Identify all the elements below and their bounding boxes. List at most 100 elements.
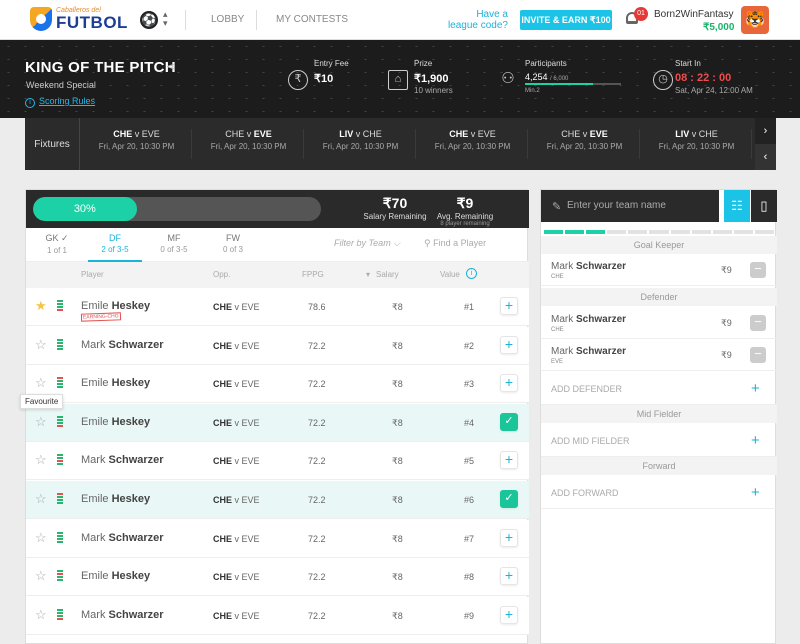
form-bars-icon bbox=[57, 415, 63, 430]
tab-df[interactable]: DF 2 of 3-5 bbox=[85, 233, 145, 254]
scoring-rules-link[interactable]: i Scoring Rules bbox=[25, 96, 95, 108]
favourite-star-icon[interactable]: ☆ bbox=[35, 569, 47, 583]
soccer-ball-icon[interactable]: ⚽ bbox=[140, 11, 158, 29]
plus-icon[interactable]: + bbox=[751, 432, 760, 449]
favourite-star-icon[interactable]: ★ bbox=[35, 299, 47, 313]
player-row[interactable]: ☆ Mark Schwarzer CHE v EVE 72.2 ₹8 #7 + bbox=[26, 519, 529, 558]
remove-player-button[interactable]: − bbox=[750, 262, 766, 278]
league-code-line1: Have a bbox=[476, 9, 508, 20]
player-row[interactable]: ☆ Mark Schwarzer CHE v EVE 72.2 ₹8 #9 + bbox=[26, 596, 529, 635]
entry-fee-value: ₹10 bbox=[314, 73, 334, 85]
favourite-star-icon[interactable]: ☆ bbox=[35, 453, 47, 467]
roster-team: CHE bbox=[551, 327, 564, 333]
plus-icon[interactable]: + bbox=[751, 484, 760, 501]
filter-by-team-label: Filter by Team bbox=[334, 238, 391, 248]
add-player-button[interactable]: + bbox=[500, 605, 518, 624]
sport-switch-chevron-icon[interactable]: ▴ ▾ bbox=[163, 10, 168, 28]
fixture-item[interactable]: CHE v EVE Fri, Apr 20, 10:30 PM bbox=[530, 129, 640, 159]
fixtures-label: Fixtures bbox=[25, 118, 80, 170]
add-player-button[interactable]: + bbox=[500, 374, 518, 393]
fixtures-prev-button[interactable]: ‹ bbox=[755, 144, 776, 170]
fixture-item[interactable]: LIV v CHE Fri, Apr 20, 10:30 PM bbox=[642, 129, 752, 159]
player-row[interactable]: ☆ Mark Schwarzer CHE v EVE 72.2 ₹8 #5 + bbox=[26, 442, 529, 481]
username[interactable]: Born2WinFantasy bbox=[654, 9, 733, 20]
find-player-input[interactable]: ⚲ Find a Player bbox=[424, 238, 486, 249]
contest-header: KING OF THE PITCH ⋖ Weekend Special i Sco… bbox=[0, 40, 800, 118]
section-goal-keeper: Goal Keeper bbox=[541, 236, 777, 254]
status-stamp: EARNING-CHG bbox=[80, 312, 121, 322]
player-row[interactable]: ★ Emile Heskey EARNING-CHG CHE v EVE 78.6 ₹8 #… bbox=[26, 288, 529, 326]
tab-gk[interactable]: GK ✓ 1 of 1 bbox=[27, 233, 87, 255]
invite-earn-button[interactable]: INVITE & EARN ₹100 bbox=[520, 10, 612, 30]
player-first-name: Emile bbox=[81, 377, 109, 390]
value-info-icon[interactable]: i bbox=[466, 268, 477, 279]
league-code-link[interactable]: Have a league code? bbox=[440, 9, 508, 31]
player-name: Emile Heskey bbox=[81, 416, 150, 428]
fixtures-next-button[interactable]: › bbox=[755, 118, 776, 144]
opp-vs: v EVE bbox=[232, 302, 260, 312]
avg-remaining-value: ₹9 bbox=[456, 195, 474, 211]
player-row[interactable]: ☆ Emile Heskey CHE v EVE 72.2 ₹8 #3 + bbox=[26, 365, 529, 404]
add-player-button[interactable]: + bbox=[500, 297, 518, 315]
opp-team: CHE bbox=[213, 572, 233, 583]
fixture-away: EVE bbox=[253, 129, 272, 139]
chevron-down-icon: ⌵ bbox=[393, 238, 401, 248]
player-value-rank: #5 bbox=[464, 456, 475, 467]
add-forward-row[interactable]: ADD FORWARD + bbox=[541, 477, 777, 509]
fixture-item[interactable]: CHE v EVE Fri, Apr 20, 10:30 PM bbox=[82, 129, 192, 159]
remove-player-button[interactable]: − bbox=[750, 315, 766, 331]
add-defender-row[interactable]: ADD DEFENDER + bbox=[541, 373, 777, 405]
tab-fw[interactable]: FW 0 of 3 bbox=[203, 233, 263, 254]
roster-player: Mark Schwarzer CHE ₹9 − bbox=[541, 254, 777, 286]
add-mid-fielder-row[interactable]: ADD MID FIELDER + bbox=[541, 425, 777, 457]
favourite-star-icon[interactable]: ☆ bbox=[35, 530, 47, 545]
favourite-star-icon[interactable]: ☆ bbox=[35, 376, 47, 390]
nav-my-contests[interactable]: MY CONTESTS bbox=[276, 14, 348, 25]
form-bars-icon bbox=[57, 338, 63, 353]
remove-player-button[interactable]: − bbox=[750, 347, 766, 363]
tab-df-count: 2 of 3-5 bbox=[101, 245, 129, 254]
add-player-button[interactable]: + bbox=[500, 567, 518, 586]
tab-mf[interactable]: MF 0 of 3-5 bbox=[144, 233, 204, 254]
add-player-button[interactable]: + bbox=[500, 451, 518, 470]
roster-segment bbox=[649, 230, 669, 234]
selected-check-button[interactable]: ✓ bbox=[500, 490, 518, 508]
player-row[interactable]: ☆ Mark Schwarzer CHE v EVE 72.2 ₹8 #2 + bbox=[26, 326, 529, 365]
avatar[interactable]: 🐯 bbox=[741, 6, 769, 34]
player-row[interactable]: ☆ Emile Heskey CHE v EVE 72.2 ₹8 #4 ✓ bbox=[26, 403, 529, 442]
team-name-input[interactable]: ✎ Enter your team name bbox=[541, 190, 719, 222]
player-salary: ₹8 bbox=[392, 340, 403, 351]
fixture-item[interactable]: CHE v EVE Fri, Apr 20, 10:30 PM bbox=[418, 129, 528, 159]
fixture-item[interactable]: LIV v CHE Fri, Apr 20, 10:30 PM bbox=[306, 129, 416, 159]
col-opp[interactable]: Opp. bbox=[213, 270, 230, 279]
favourite-star-icon[interactable]: ☆ bbox=[35, 492, 47, 506]
list-view-button[interactable]: ☷ bbox=[724, 190, 750, 222]
fixture-vs: v bbox=[580, 129, 590, 139]
col-fppg[interactable]: FPPG bbox=[302, 270, 324, 279]
player-row[interactable]: ☆ Emile Heskey CHE v EVE 72.2 ₹8 #8 + bbox=[26, 558, 529, 597]
pitch-view-button[interactable]: ▯ bbox=[751, 190, 777, 222]
favourite-star-icon[interactable]: ☆ bbox=[35, 607, 47, 622]
player-fppg: 72.2 bbox=[308, 572, 326, 583]
logo[interactable]: Caballeros del FUTBOL bbox=[30, 7, 128, 31]
player-row[interactable]: ☆ Emile Heskey CHE v EVE 72.2 ₹8 #6 ✓ bbox=[26, 481, 529, 519]
fixture-item[interactable]: CHE v EVE Fri, Apr 20, 10:30 PM bbox=[194, 129, 304, 159]
plus-icon[interactable]: + bbox=[751, 380, 760, 397]
opp-team: CHE bbox=[213, 379, 233, 390]
filter-by-team-dropdown[interactable]: Filter by Team ⌵ bbox=[334, 238, 400, 249]
add-player-button[interactable]: + bbox=[500, 528, 518, 547]
favourite-star-icon[interactable]: ☆ bbox=[35, 414, 47, 429]
fixture-vs: v bbox=[132, 129, 142, 139]
share-icon[interactable]: ⋖ bbox=[166, 60, 175, 73]
nav-lobby[interactable]: LOBBY bbox=[211, 14, 244, 25]
avg-remaining-sub: 8 player remaining bbox=[440, 221, 490, 227]
participants-max: / 6,000 bbox=[550, 76, 569, 82]
add-player-button[interactable]: + bbox=[500, 335, 518, 354]
col-salary[interactable]: Salary bbox=[376, 270, 399, 279]
team-name-placeholder: Enter your team name bbox=[567, 200, 666, 211]
col-value[interactable]: Value bbox=[440, 270, 460, 279]
roster-first: Mark bbox=[551, 261, 574, 272]
selected-check-button[interactable]: ✓ bbox=[500, 412, 518, 431]
col-player[interactable]: Player bbox=[81, 270, 104, 279]
favourite-star-icon[interactable]: ☆ bbox=[35, 337, 47, 352]
